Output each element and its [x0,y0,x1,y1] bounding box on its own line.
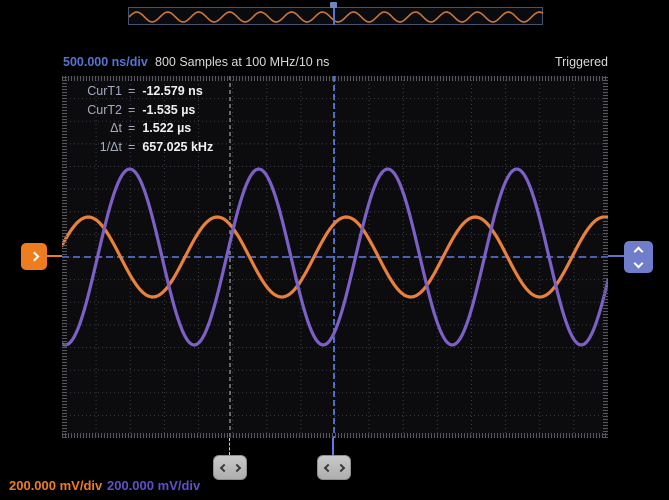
chevron-right-icon [232,463,240,471]
ch1-offset-button[interactable] [21,243,47,270]
right-edge-ticks [603,76,608,438]
readout-delta-t: Δt = 1.522 µs [72,119,213,138]
equals-sign: = [128,82,135,101]
readout-value: -1.535 µs [142,101,195,120]
left-edge-ticks [62,76,67,438]
trigger-status: Triggered [555,55,608,69]
chevron-right-icon [336,463,344,471]
chevron-left-icon [219,463,227,471]
readout-label: CurT2 [72,101,122,120]
equals-sign: = [128,101,135,120]
preview-wave-canvas [129,8,544,26]
trigger-level-button[interactable] [624,241,653,273]
chevron-left-icon [323,463,331,471]
trigger-position-stem [333,8,335,25]
readout-value: 657.025 kHz [142,138,213,157]
equals-sign: = [128,138,135,157]
readout-label: Δt [72,119,122,138]
readout-value: 1.522 µs [142,119,191,138]
ch1-offset-connector [47,255,62,257]
timebase-readout: 500.000 ns/div [63,55,148,69]
oscilloscope-window: 500.000 ns/div 800 Samples at 100 MHz/10… [0,0,669,500]
ch2-scale-readout: 200.000 mV/div [107,478,200,493]
chevron-up-icon [634,246,644,256]
record-preview-strip[interactable] [128,7,543,25]
equals-sign: = [128,119,135,138]
readout-label: CurT1 [72,82,122,101]
cursor-t1-drag-handle[interactable] [317,455,351,480]
cursor-t2-stem [229,438,230,455]
trigger-level-connector [608,255,624,257]
chevron-right-icon [29,252,39,262]
readout-label: 1/Δt [72,138,122,157]
readout-curt2: CurT2 = -1.535 µs [72,101,213,120]
sample-info: 800 Samples at 100 MHz/10 ns [155,55,329,69]
readout-curt1: CurT1 = -12.579 ns [72,82,213,101]
preview-waveform [129,12,543,22]
chevron-down-icon [634,258,644,268]
top-edge-ticks [62,76,608,81]
readout-value: -12.579 ns [142,82,202,101]
cursor-t1-stem [332,438,334,455]
readout-inverse-delta-t: 1/Δt = 657.025 kHz [72,138,213,157]
cursor-readout-panel: CurT1 = -12.579 ns CurT2 = -1.535 µs Δt = 1.52… [72,82,213,156]
bottom-edge-ticks [62,433,608,438]
ch1-scale-readout: 200.000 mV/div [9,478,102,493]
cursor-t2-drag-handle[interactable] [213,455,247,480]
